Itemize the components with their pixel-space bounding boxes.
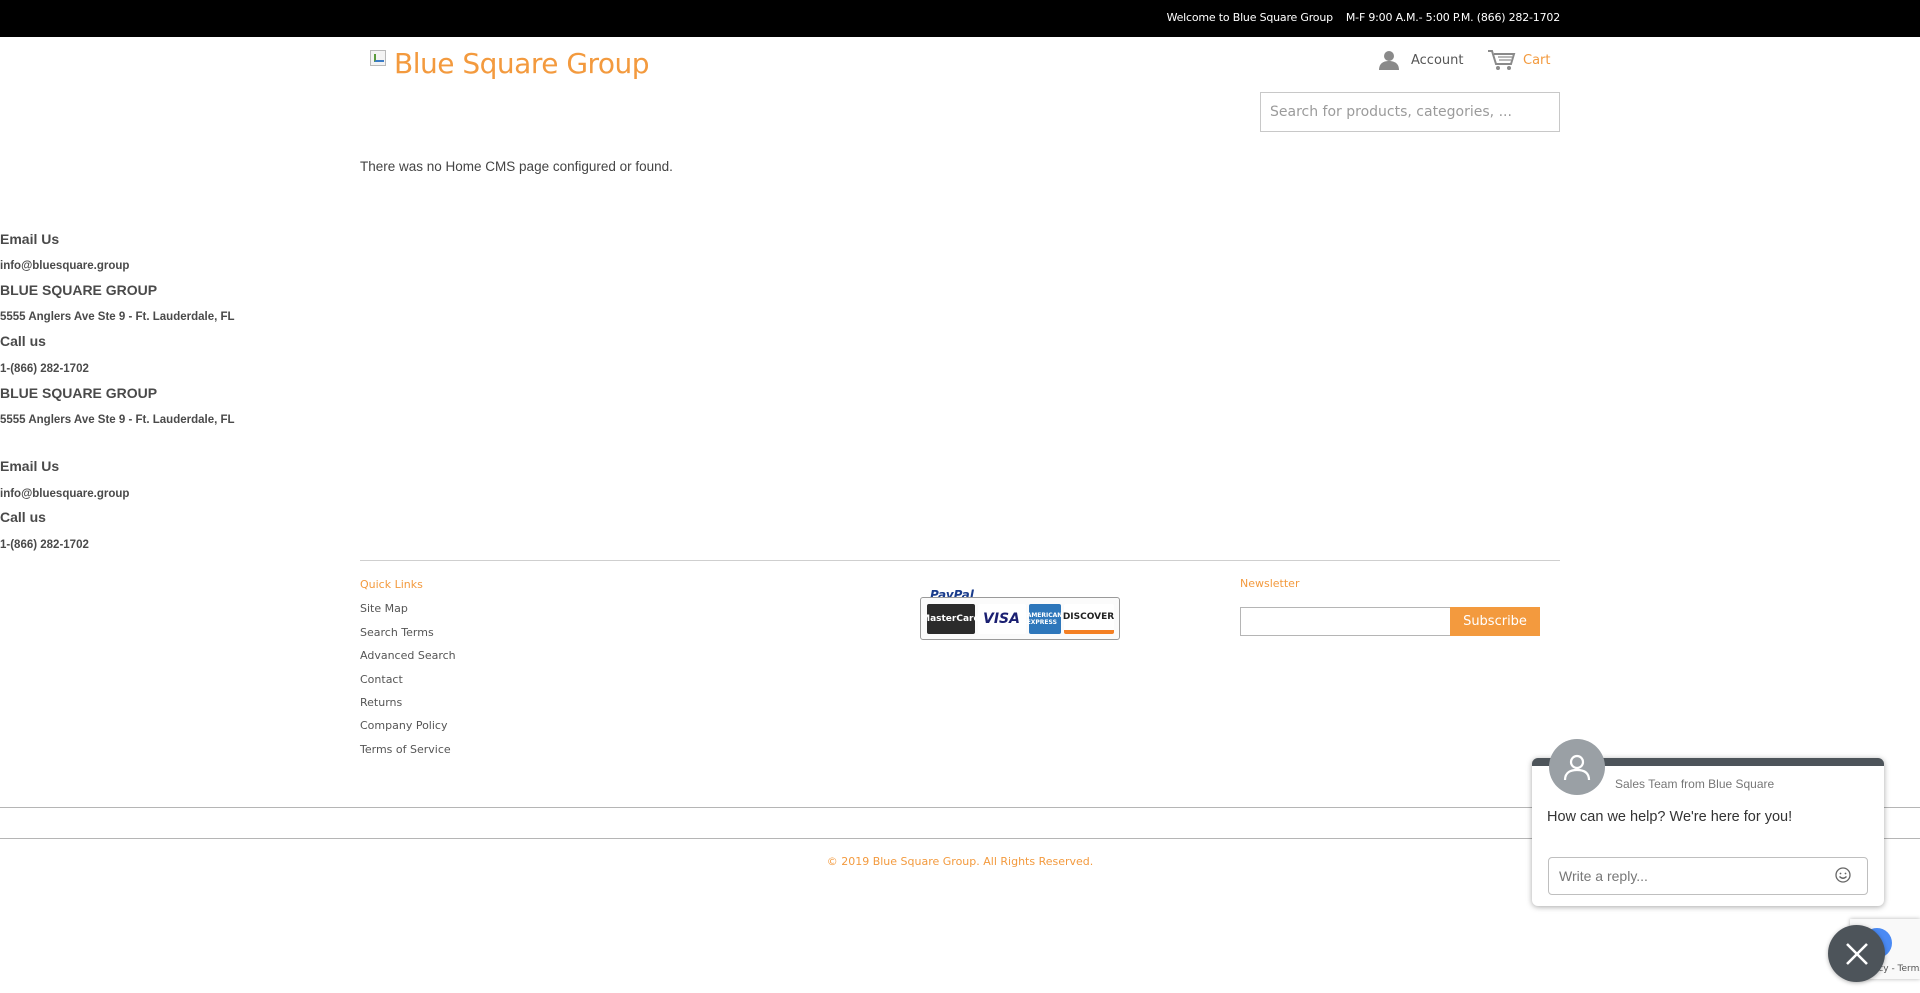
account-link[interactable]: Account — [1377, 49, 1464, 71]
cart-icon — [1488, 50, 1516, 70]
close-icon — [1845, 942, 1868, 965]
mastercard-logo: MasterCard — [921, 603, 980, 634]
subscribe-button[interactable]: Subscribe — [1450, 607, 1540, 636]
contact-heading-email: Email Us — [0, 231, 60, 247]
contact-email[interactable]: info@bluesquare.group — [0, 260, 129, 272]
agent-avatar — [1549, 739, 1605, 795]
account-label: Account — [1411, 52, 1464, 68]
footer-link-company-policy[interactable]: Company Policy — [360, 719, 447, 732]
contact-email[interactable]: info@bluesquare.group — [0, 488, 129, 500]
newsletter-email-input[interactable] — [1240, 607, 1451, 636]
chat-agent-name: Sales Team from Blue Square — [1615, 777, 1775, 791]
contact-heading-company: BLUE SQUARE GROUP — [0, 282, 158, 298]
site-logo[interactable]: Blue Square Group — [370, 47, 650, 80]
user-icon — [1563, 754, 1591, 781]
footer-link-advanced-search[interactable]: Advanced Search — [360, 649, 456, 662]
cms-message: There was no Home CMS page configured or… — [360, 159, 673, 174]
contact-heading-email: Email Us — [0, 458, 60, 474]
visa-logo: VISA — [977, 603, 1026, 634]
contact-address: 5555 Anglers Ave Ste 9 - Ft. Lauderdale,… — [0, 414, 235, 426]
contact-heading-call: Call us — [0, 333, 46, 349]
emoji-icon[interactable] — [1834, 866, 1852, 884]
contact-heading-call: Call us — [0, 509, 46, 525]
contact-address: 5555 Anglers Ave Ste 9 - Ft. Lauderdale,… — [0, 311, 235, 323]
quick-links-title: Quick Links — [360, 578, 423, 591]
footer-link-terms-of-service[interactable]: Terms of Service — [360, 743, 451, 756]
chat-message: How can we help? We're here for you! — [1547, 809, 1793, 825]
discover-logo: DISCOVER — [1063, 603, 1114, 634]
top-bar: Welcome to Blue Square Group M-F 9:00 A.M… — [0, 0, 1920, 37]
amex-logo: AMERICAN EXPRESS — [1027, 603, 1062, 634]
contact-heading-company: BLUE SQUARE GROUP — [0, 385, 158, 401]
chat-close-button[interactable] — [1828, 925, 1885, 982]
footer-link-contact[interactable]: Contact — [360, 673, 403, 686]
cart-label: Cart — [1523, 52, 1551, 68]
search-input[interactable] — [1260, 92, 1560, 132]
payment-methods: PayPal MasterCard VISA AMERICAN EXPRESS … — [920, 586, 1120, 640]
logo-text: Blue Square Group — [394, 47, 650, 80]
footer-link-site-map[interactable]: Site Map — [360, 602, 408, 615]
footer-link-returns[interactable]: Returns — [360, 696, 402, 709]
footer-link-search-terms[interactable]: Search Terms — [360, 626, 434, 639]
card-logos: MasterCard VISA AMERICAN EXPRESS DISCOVE… — [920, 597, 1120, 640]
top-bar-text: Welcome to Blue Square Group M-F 9:00 A.M… — [1166, 11, 1561, 24]
contact-phone[interactable]: 1-(866) 282-1702 — [0, 539, 89, 551]
broken-image-icon — [370, 49, 386, 66]
contact-phone[interactable]: 1-(866) 282-1702 — [0, 363, 89, 375]
newsletter-title: Newsletter — [1240, 577, 1300, 590]
chat-reply-input[interactable] — [1548, 857, 1868, 895]
cart-link[interactable]: Cart — [1487, 48, 1551, 72]
user-icon — [1379, 51, 1399, 70]
footer-divider — [360, 560, 1560, 561]
welcome-text: Welcome to Blue Square Group — [1166, 11, 1334, 24]
hours-text: M-F 9:00 A.M.- 5:00 P.M. (866) 282-1702 — [1345, 11, 1560, 24]
